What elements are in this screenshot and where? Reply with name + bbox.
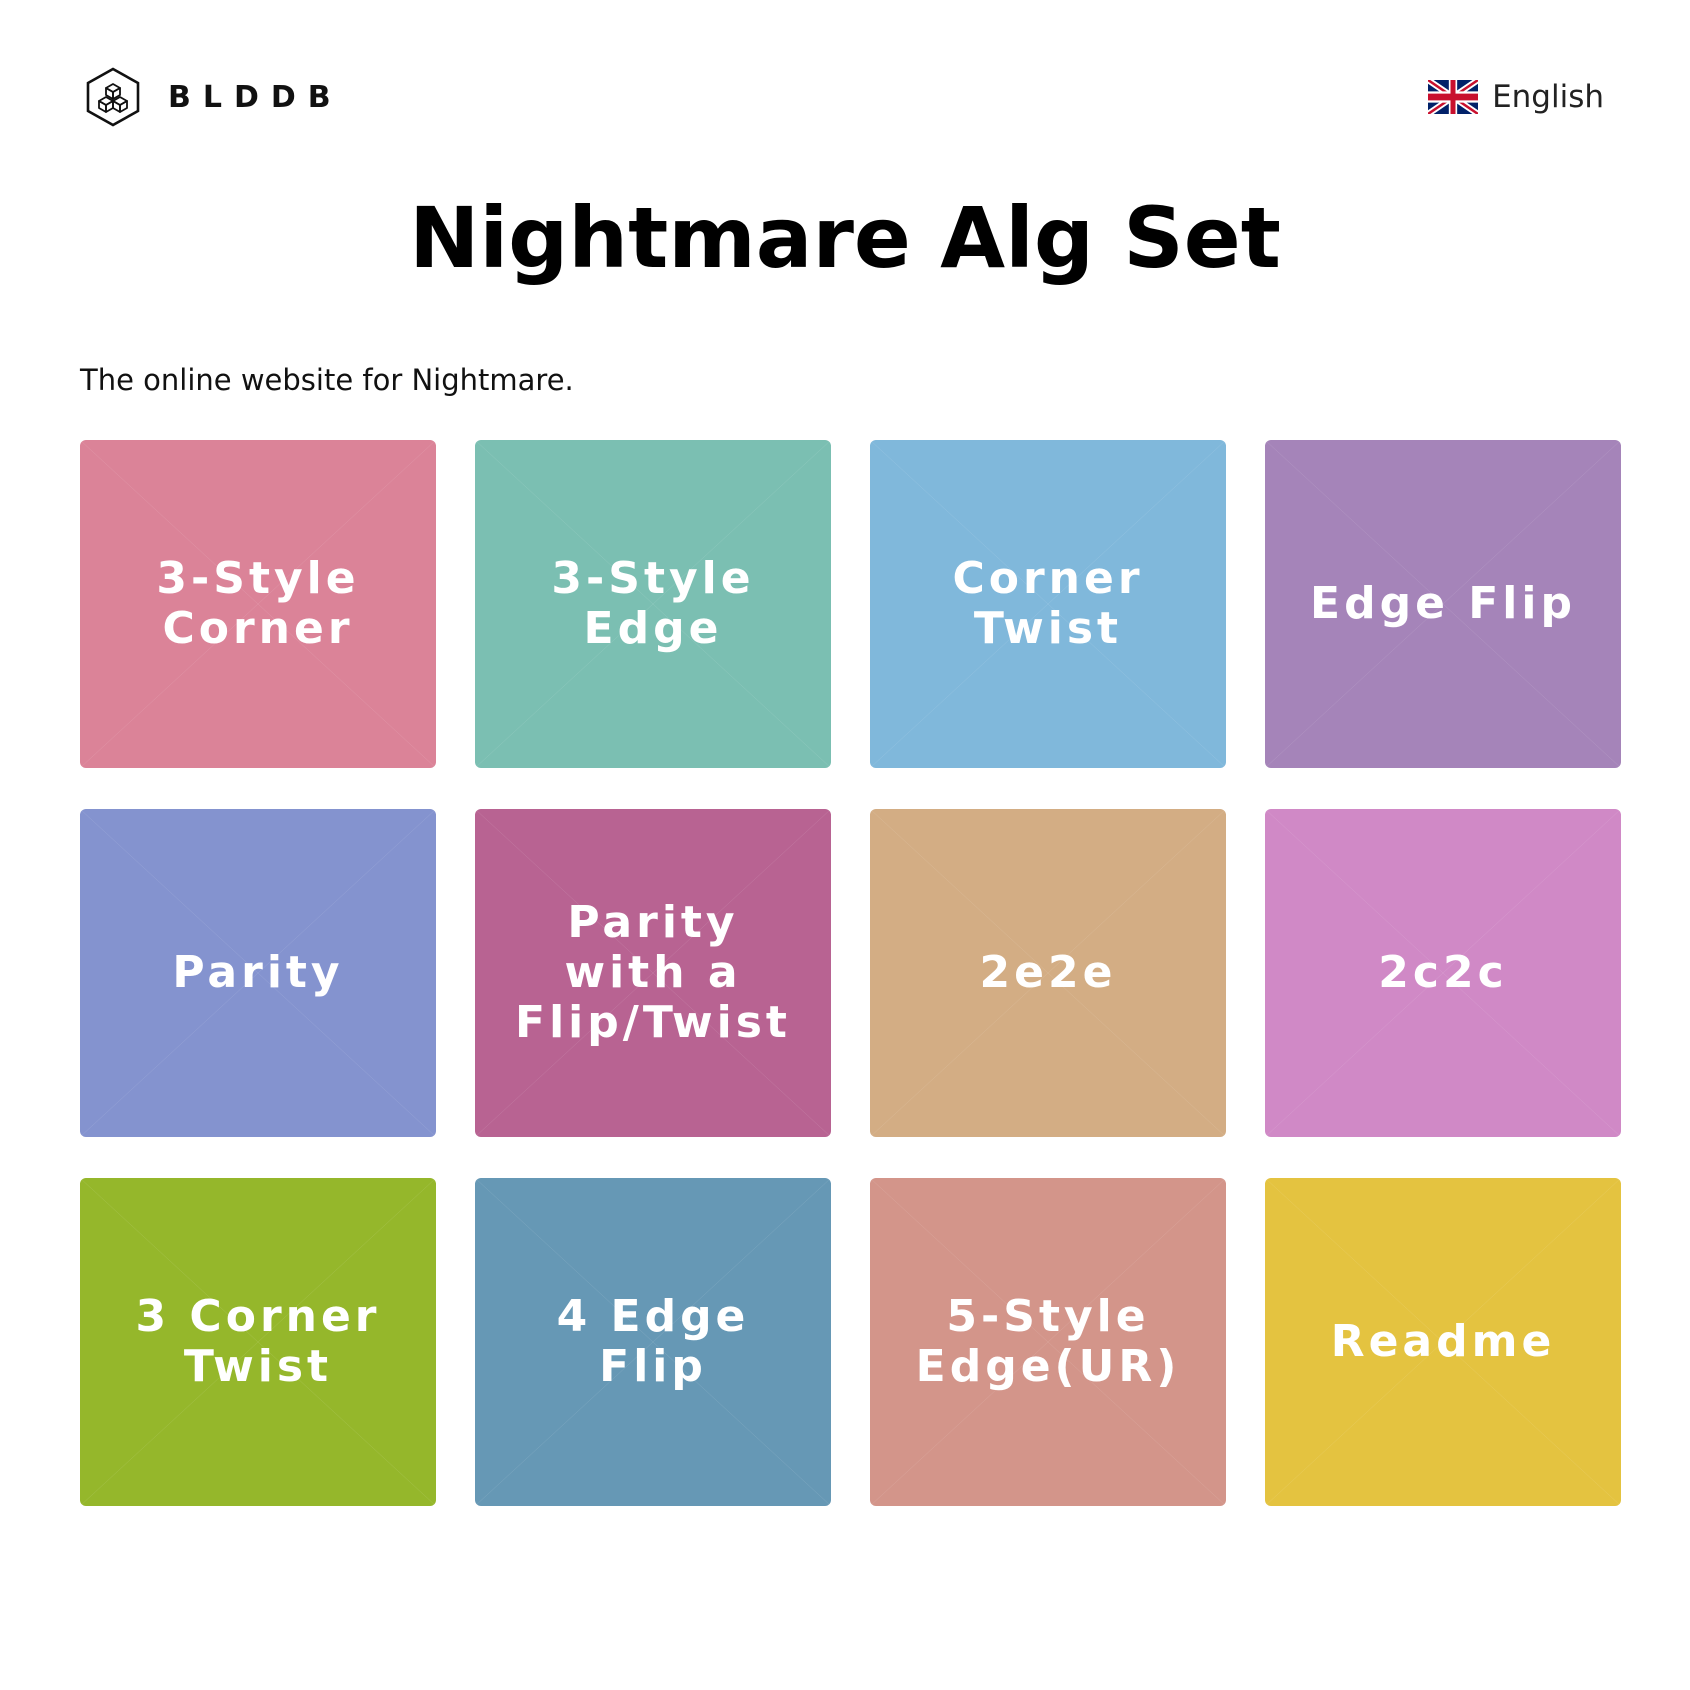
cube-hexagon-icon <box>86 67 140 127</box>
brand-name: BLDDB <box>168 79 343 115</box>
tile-label: Edge Flip <box>1310 578 1576 629</box>
tile-label: 2e2e <box>979 947 1117 998</box>
tile-label: Parity <box>172 947 344 998</box>
tile-edge-flip[interactable]: Edge Flip <box>1265 440 1621 768</box>
tile-label: Readme <box>1330 1316 1556 1367</box>
tile-parity-with-flip-twist[interactable]: Parity with a Flip/Twist <box>475 809 831 1137</box>
tile-3-corner-twist[interactable]: 3 Corner Twist <box>80 1178 436 1506</box>
language-label: English <box>1492 79 1604 115</box>
tile-readme[interactable]: Readme <box>1265 1178 1621 1506</box>
uk-flag-icon <box>1428 80 1479 114</box>
page-title: Nightmare Alg Set <box>409 189 1281 287</box>
site-header: BLDDB English <box>84 66 1604 128</box>
tile-parity[interactable]: Parity <box>80 809 436 1137</box>
tile-4-edge-flip[interactable]: 4 Edge Flip <box>475 1178 831 1506</box>
tile-label: Corner Twist <box>952 553 1144 654</box>
tile-3-style-corner[interactable]: 3-Style Corner <box>80 440 436 768</box>
tile-2c2c[interactable]: 2c2c <box>1265 809 1621 1137</box>
tile-2e2e[interactable]: 2e2e <box>870 809 1226 1137</box>
tile-3-style-edge[interactable]: 3-Style Edge <box>475 440 831 768</box>
tile-5-style-edge-ur[interactable]: 5-Style Edge(UR) <box>870 1178 1226 1506</box>
alg-set-grid: 3-Style Corner 3-Style Edge Corner Twist… <box>80 440 1621 1506</box>
tile-label: 4 Edge Flip <box>556 1291 750 1392</box>
tile-label: Parity with a Flip/Twist <box>515 897 791 1048</box>
page-intro: The online website for Nightmare. <box>80 363 574 397</box>
tile-label: 3-Style Corner <box>156 553 360 654</box>
tile-label: 2c2c <box>1378 947 1508 998</box>
brand-home-link[interactable]: BLDDB <box>84 66 343 128</box>
language-selector[interactable]: English <box>1428 66 1604 128</box>
tile-label: 5-Style Edge(UR) <box>915 1291 1181 1392</box>
tile-corner-twist[interactable]: Corner Twist <box>870 440 1226 768</box>
tile-label: 3 Corner Twist <box>135 1291 381 1392</box>
tile-label: 3-Style Edge <box>551 553 755 654</box>
